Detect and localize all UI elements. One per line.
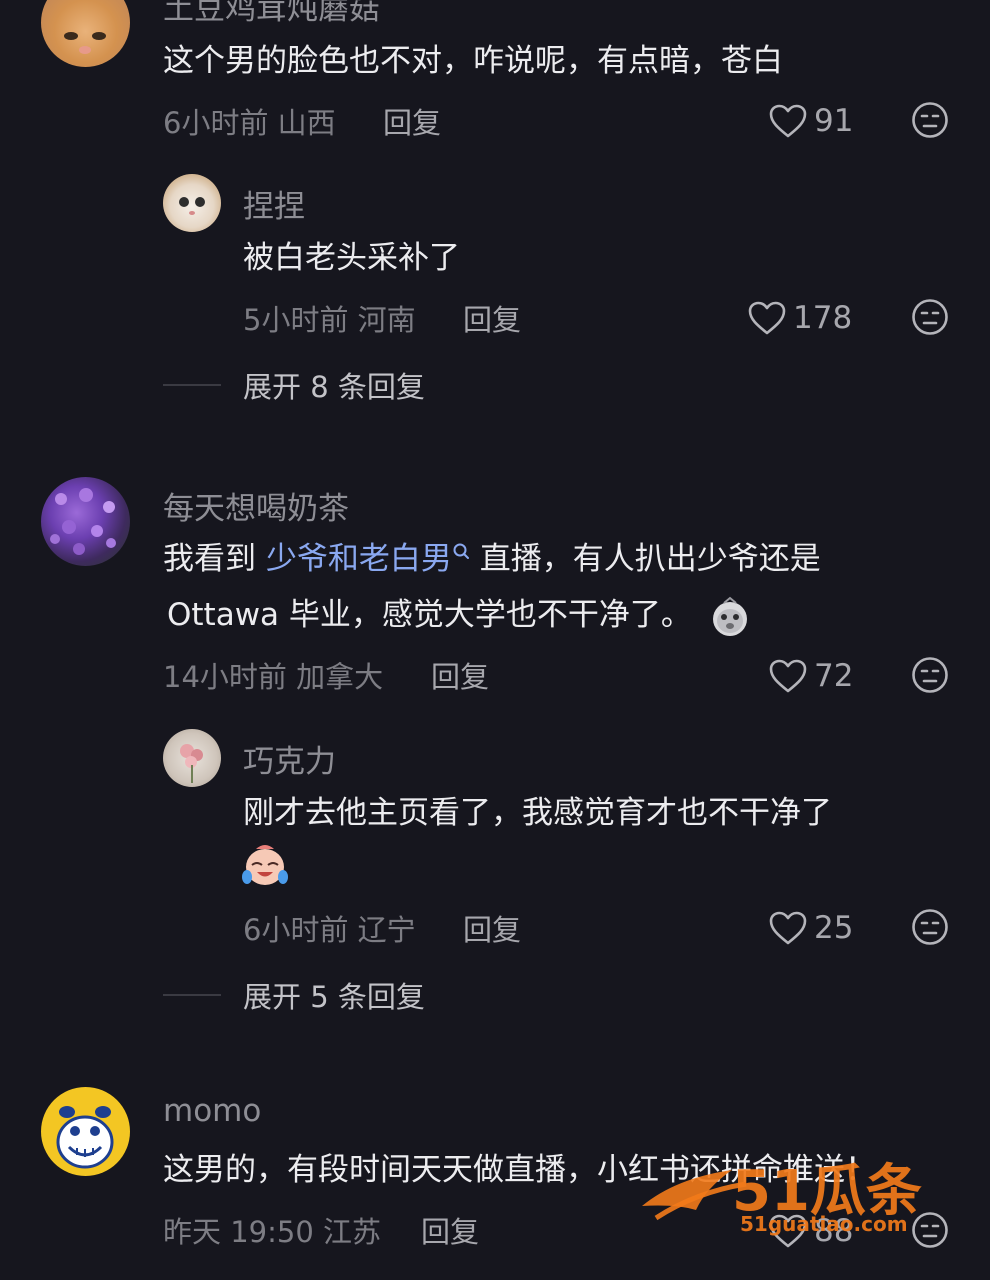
expand-replies-label: 展开 8 条回复 bbox=[243, 370, 425, 404]
expand-replies-button[interactable]: 展开 8 条回复 bbox=[163, 364, 425, 406]
comment-text: 我看到 少爷和老白男 直播，有人扒出少爷还是 bbox=[163, 532, 821, 586]
like-count: 72 bbox=[814, 658, 854, 694]
reply-text: 被白老头采补了 bbox=[243, 240, 460, 276]
reply-text: 刚才去他主页看了，我感觉育才也不干净了 bbox=[243, 795, 832, 831]
comment-username[interactable]: 土豆鸡茸炖蘑菇 bbox=[163, 0, 380, 28]
heart-outline-icon bbox=[769, 659, 807, 693]
crying-laughing-emoji-icon bbox=[242, 845, 288, 885]
search-link[interactable]: 少爷和老白男 bbox=[266, 541, 452, 577]
thinking-emoji-icon bbox=[712, 596, 747, 636]
avatar[interactable] bbox=[41, 0, 130, 67]
comment-text-line2: Ottawa 毕业，感觉大学也不干净了。 bbox=[167, 588, 752, 642]
like-button[interactable]: 25 bbox=[768, 908, 853, 948]
reply-button[interactable]: 回复 bbox=[431, 654, 489, 696]
flower-avatar-image bbox=[180, 744, 203, 783]
watermark-logo: 51瓜条 51guatiao.com bbox=[636, 1148, 956, 1238]
avatar[interactable] bbox=[163, 174, 221, 232]
comment-text-part: Ottawa 毕业，感觉大学也不干净了。 bbox=[167, 597, 692, 633]
expand-replies-label: 展开 5 条回复 bbox=[243, 980, 425, 1014]
comment-text: 这个男的脸色也不对，咋说呢，有点暗，苍白 bbox=[163, 43, 783, 79]
purple-flowers-image bbox=[50, 488, 116, 555]
comment-text-part: 我看到 bbox=[163, 541, 266, 577]
search-icon[interactable] bbox=[452, 542, 470, 564]
cat-avatar-image bbox=[179, 197, 205, 215]
heart-outline-icon bbox=[769, 911, 807, 945]
avatar[interactable] bbox=[163, 729, 221, 787]
like-count: 25 bbox=[814, 910, 854, 946]
like-button[interactable]: 91 bbox=[768, 101, 853, 141]
neutral-face-icon[interactable] bbox=[911, 101, 949, 139]
reply-button[interactable]: 回复 bbox=[421, 1209, 479, 1251]
watermark-url: 51guatiao.com bbox=[740, 1212, 908, 1236]
comment-username[interactable]: momo bbox=[163, 1093, 261, 1129]
neutral-face-icon[interactable] bbox=[911, 298, 949, 336]
comment-time-location: 昨天 19:50 江苏 bbox=[163, 1215, 382, 1249]
neutral-face-icon[interactable] bbox=[911, 656, 949, 694]
like-button[interactable]: 178 bbox=[747, 298, 852, 338]
like-button[interactable]: 72 bbox=[768, 656, 853, 696]
reply-button[interactable]: 回复 bbox=[463, 907, 521, 949]
heart-outline-icon bbox=[769, 104, 807, 138]
comment-username[interactable]: 每天想喝奶茶 bbox=[163, 483, 349, 528]
divider bbox=[163, 384, 221, 386]
avatar[interactable] bbox=[41, 477, 130, 566]
expand-replies-button[interactable]: 展开 5 条回复 bbox=[163, 974, 425, 1016]
comment-time-location: 6小时前 山西 bbox=[163, 106, 336, 140]
like-count: 178 bbox=[793, 300, 853, 336]
neutral-face-icon[interactable] bbox=[911, 908, 949, 946]
like-count: 91 bbox=[814, 103, 854, 139]
cartoon-cow-avatar-image bbox=[56, 1106, 114, 1169]
cat-avatar-image bbox=[64, 32, 106, 54]
reply-time-location: 6小时前 辽宁 bbox=[243, 913, 416, 947]
reply-time-location: 5小时前 河南 bbox=[243, 303, 416, 337]
comment-text-part: 直播，有人扒出少爷还是 bbox=[469, 541, 821, 577]
reply-username[interactable]: 捏捏 bbox=[243, 181, 305, 226]
comment-time-location: 14小时前 加拿大 bbox=[163, 660, 384, 694]
reply-button[interactable]: 回复 bbox=[463, 297, 521, 339]
avatar[interactable] bbox=[41, 1087, 130, 1176]
reply-username[interactable]: 巧克力 bbox=[243, 736, 336, 781]
divider bbox=[163, 994, 221, 996]
heart-outline-icon bbox=[748, 301, 786, 335]
reply-button[interactable]: 回复 bbox=[383, 100, 441, 142]
